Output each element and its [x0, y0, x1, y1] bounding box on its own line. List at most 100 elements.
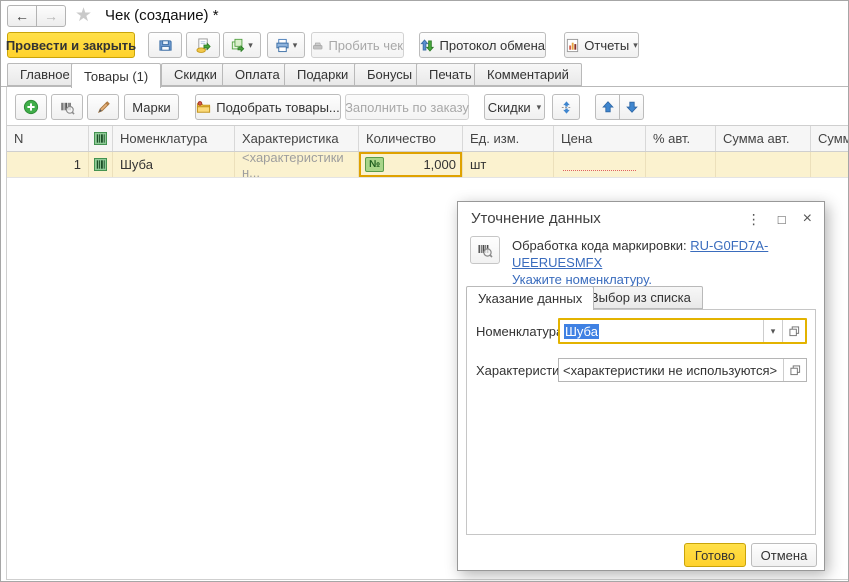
- post-document-button[interactable]: [186, 32, 220, 58]
- done-button[interactable]: Готово: [684, 543, 746, 567]
- application-window: ← → ★ Чек (создание) * Провести и закрыт…: [0, 0, 849, 582]
- cell-price[interactable]: [554, 152, 646, 177]
- cell-row-number: 1: [7, 152, 89, 177]
- col-header-quantity[interactable]: Количество: [359, 126, 463, 151]
- nomenclature-input[interactable]: Шуба ▾: [558, 318, 807, 344]
- discounts-button[interactable]: Скидки ▾: [484, 94, 545, 120]
- cell-auto-percent[interactable]: [646, 152, 716, 177]
- table-row[interactable]: 1 Шуба <характеристики н... № 1,000 шт: [7, 152, 849, 178]
- arrow-up-icon: [601, 100, 615, 114]
- edit-row-button[interactable]: [87, 94, 119, 120]
- back-button[interactable]: ←: [7, 5, 37, 27]
- col-header-auto-percent[interactable]: % авт.: [646, 126, 716, 151]
- dialog-fields-panel: Номенклатура: Шуба ▾ Характеристика: <ха…: [466, 309, 816, 535]
- tab-skidki[interactable]: Скидки: [161, 63, 230, 86]
- exchange-protocol-button[interactable]: Протокол обмена: [419, 32, 546, 58]
- marking-processing-button[interactable]: [470, 236, 500, 264]
- marking-barcode-icon: [94, 132, 107, 145]
- dialog-title: Уточнение данных: [471, 210, 601, 227]
- message-prefix: Обработка кода маркировки:: [512, 238, 690, 253]
- tab-oplata[interactable]: Оплата: [222, 63, 293, 86]
- dropdown-caret: ▾: [293, 41, 298, 50]
- price-required-underline[interactable]: [563, 158, 636, 171]
- favorite-star-icon[interactable]: ★: [75, 6, 92, 25]
- cell-nomenclature[interactable]: Шуба: [113, 152, 235, 177]
- nomenclature-label: Номенклатура:: [476, 324, 567, 339]
- tab-tovary[interactable]: Товары (1): [71, 63, 161, 88]
- open-form-icon: [790, 365, 801, 376]
- dialog-window-controls: ⋮ □ ×: [747, 211, 812, 227]
- more-menu-icon[interactable]: ⋮: [747, 212, 761, 226]
- col-header-sum[interactable]: Сумма: [811, 126, 849, 151]
- nomenclature-dropdown-button[interactable]: ▾: [763, 320, 782, 342]
- expand-vertical-icon: [559, 100, 574, 115]
- fill-by-order-button[interactable]: Заполнить по заказу: [345, 94, 469, 120]
- history-nav: ← →: [7, 5, 66, 27]
- dropdown-caret: ▾: [537, 103, 542, 112]
- cash-register-icon: [312, 38, 323, 53]
- dropdown-caret: ▾: [633, 41, 638, 50]
- col-header-n[interactable]: N: [7, 126, 89, 151]
- col-header-auto-sum[interactable]: Сумма авт.: [716, 126, 811, 151]
- back-icon: ←: [15, 8, 29, 24]
- cell-marking-icon: [89, 152, 113, 177]
- reports-button[interactable]: Отчеты ▾: [564, 32, 639, 58]
- tab-kommentariy[interactable]: Комментарий: [474, 63, 582, 86]
- nomenclature-open-button[interactable]: [782, 320, 805, 342]
- expand-collapse-button[interactable]: [552, 94, 580, 120]
- post-document-icon: [196, 38, 211, 53]
- col-header-price[interactable]: Цена: [554, 126, 646, 151]
- pencil-icon: [96, 100, 111, 115]
- save-button[interactable]: [148, 32, 182, 58]
- characteristic-input[interactable]: <характеристики не используются>: [558, 358, 807, 382]
- maximize-icon[interactable]: □: [778, 213, 786, 226]
- add-icon: [23, 99, 39, 115]
- move-row-down-button[interactable]: [619, 94, 644, 120]
- cancel-button[interactable]: Отмена: [751, 543, 817, 567]
- dialog-tab-list-select[interactable]: Выбор из списка: [578, 286, 703, 309]
- items-toolbar: Марки Подобрать товары... Заполнить по з…: [7, 94, 849, 121]
- cell-quantity[interactable]: № 1,000: [359, 152, 463, 177]
- characteristic-open-button[interactable]: [783, 359, 806, 381]
- quantity-value: 1,000: [388, 157, 456, 172]
- dropdown-caret: ▾: [248, 41, 253, 50]
- dialog-tab-data-entry[interactable]: Указание данных: [466, 286, 594, 310]
- quantity-editor[interactable]: № 1,000: [359, 152, 462, 177]
- col-header-characteristic[interactable]: Характеристика: [235, 126, 359, 151]
- cell-auto-sum[interactable]: [716, 152, 811, 177]
- dialog-message: Обработка кода маркировки: RU-G0FD7A-UEE…: [512, 237, 812, 288]
- post-and-close-button[interactable]: Провести и закрыть: [7, 32, 135, 58]
- report-icon: [565, 38, 580, 53]
- forward-button[interactable]: →: [36, 5, 66, 27]
- move-row-up-button[interactable]: [595, 94, 620, 120]
- add-row-button[interactable]: [15, 94, 47, 120]
- cell-characteristic[interactable]: <характеристики н...: [235, 152, 359, 177]
- close-icon[interactable]: ×: [803, 211, 812, 227]
- table-header-row: N Номенклатура Характеристика Количество…: [7, 125, 849, 152]
- copy-create-icon: [231, 38, 245, 52]
- col-header-marking[interactable]: [89, 126, 113, 151]
- cell-sum[interactable]: [811, 152, 849, 177]
- barcode-search-icon: [477, 242, 493, 258]
- forward-icon: →: [44, 8, 58, 24]
- create-based-on-button[interactable]: ▾: [223, 32, 261, 58]
- printer-icon: [275, 38, 290, 53]
- exchange-arrows-icon: [420, 38, 435, 53]
- col-header-nomenclature[interactable]: Номенклатура: [113, 126, 235, 151]
- print-button[interactable]: ▾: [267, 32, 305, 58]
- arrow-down-icon: [625, 100, 639, 114]
- pick-items-button[interactable]: Подобрать товары...: [195, 94, 341, 120]
- folder-icon: [196, 100, 211, 115]
- open-form-icon: [789, 326, 800, 337]
- tab-bonusy[interactable]: Бонусы: [354, 63, 425, 86]
- clarify-data-dialog: Уточнение данных ⋮ □ × Обработка кода ма…: [457, 201, 825, 571]
- cell-unit[interactable]: шт: [463, 152, 554, 177]
- marks-button[interactable]: Марки: [124, 94, 179, 120]
- save-icon: [158, 38, 173, 53]
- tab-podarki[interactable]: Подарки: [284, 63, 361, 86]
- nomenclature-value: Шуба: [564, 324, 599, 339]
- probe-check-button[interactable]: Пробить чек: [311, 32, 404, 58]
- characteristic-value: <характеристики не используются>: [559, 359, 783, 381]
- scan-barcode-button[interactable]: [51, 94, 83, 120]
- col-header-unit[interactable]: Ед. изм.: [463, 126, 554, 151]
